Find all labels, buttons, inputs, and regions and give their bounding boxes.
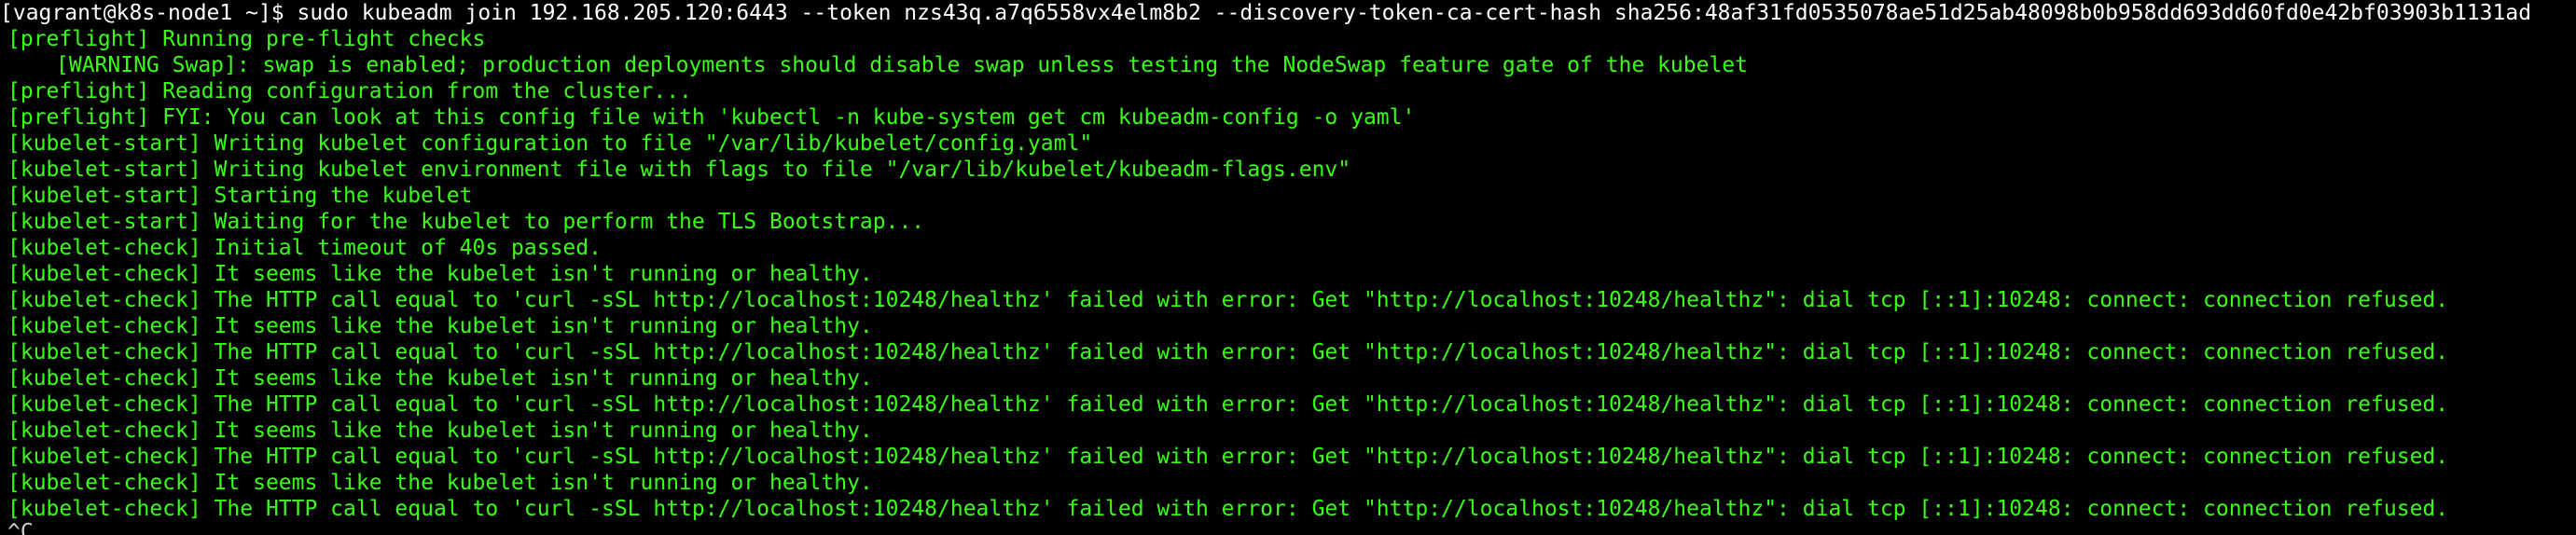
output-text: [kubelet-check] The HTTP call equal to '… bbox=[7, 392, 2449, 417]
output-line: [preflight] Running pre-flight checks bbox=[0, 26, 2576, 52]
output-line: [kubelet-check] It seems like the kubele… bbox=[0, 313, 2576, 339]
output-line: [kubelet-start] Writing kubelet configur… bbox=[0, 130, 2576, 157]
interrupt-line: ^C bbox=[0, 522, 2576, 535]
output-line: [kubelet-check] It seems like the kubele… bbox=[0, 365, 2576, 391]
output-text: [kubelet-start] Waiting for the kubelet … bbox=[7, 210, 925, 234]
output-line: [kubelet-check] It seems like the kubele… bbox=[0, 418, 2576, 444]
output-text: [kubelet-check] It seems like the kubele… bbox=[7, 314, 873, 338]
output-line: [kubelet-check] The HTTP call equal to '… bbox=[0, 496, 2576, 522]
output-text: [kubelet-start] Writing kubelet environm… bbox=[7, 158, 1351, 182]
warning-text: [WARNING Swap]: swap is enabled; product… bbox=[56, 53, 1748, 77]
output-line: [kubelet-check] The HTTP call equal to '… bbox=[0, 339, 2576, 365]
command-line[interactable]: [vagrant@k8s-node1 ~]$ sudo kubeadm join… bbox=[0, 0, 2576, 26]
output-line: [kubelet-check] The HTTP call equal to '… bbox=[0, 391, 2576, 418]
output-text: [kubelet-check] It seems like the kubele… bbox=[7, 418, 873, 443]
output-line: [preflight] Reading configuration from t… bbox=[0, 78, 2576, 104]
output-line: [kubelet-check] The HTTP call equal to '… bbox=[0, 444, 2576, 470]
output-text: [kubelet-check] The HTTP call equal to '… bbox=[7, 288, 2449, 312]
command-text: [vagrant@k8s-node1 ~]$ sudo kubeadm join… bbox=[0, 1, 2532, 25]
output-line: [kubelet-check] The HTTP call equal to '… bbox=[0, 287, 2576, 313]
terminal-window[interactable]: [vagrant@k8s-node1 ~]$ sudo kubeadm join… bbox=[0, 0, 2576, 535]
warning-line: [WARNING Swap]: swap is enabled; product… bbox=[0, 52, 2576, 78]
output-text: [kubelet-check] The HTTP call equal to '… bbox=[7, 445, 2449, 469]
interrupt-text: ^C bbox=[7, 522, 34, 535]
output-text: [kubelet-check] The HTTP call equal to '… bbox=[7, 340, 2449, 364]
output-text: [kubelet-check] The HTTP call equal to '… bbox=[7, 497, 2449, 521]
output-text: [preflight] FYI: You can look at this co… bbox=[7, 105, 1416, 130]
output-text: [kubelet-check] It seems like the kubele… bbox=[7, 471, 873, 495]
terminal-output[interactable]: [vagrant@k8s-node1 ~]$ sudo kubeadm join… bbox=[0, 0, 2576, 535]
output-text: [kubelet-check] It seems like the kubele… bbox=[7, 262, 873, 286]
output-text: [kubelet-check] It seems like the kubele… bbox=[7, 366, 873, 391]
output-line: [kubelet-start] Writing kubelet environm… bbox=[0, 157, 2576, 183]
output-text: [kubelet-check] Initial timeout of 40s p… bbox=[7, 236, 602, 260]
output-line: [preflight] FYI: You can look at this co… bbox=[0, 104, 2576, 130]
output-text: [kubelet-start] Starting the kubelet bbox=[7, 184, 473, 208]
output-line: [kubelet-check] Initial timeout of 40s p… bbox=[0, 235, 2576, 261]
output-text: [kubelet-start] Writing kubelet configur… bbox=[7, 131, 1093, 156]
output-text: [preflight] Reading configuration from t… bbox=[7, 79, 692, 103]
output-line: [kubelet-check] It seems like the kubele… bbox=[0, 261, 2576, 287]
output-line: [kubelet-check] It seems like the kubele… bbox=[0, 470, 2576, 496]
output-line: [kubelet-start] Waiting for the kubelet … bbox=[0, 209, 2576, 235]
output-text: [preflight] Running pre-flight checks bbox=[7, 27, 486, 51]
output-line: [kubelet-start] Starting the kubelet bbox=[0, 183, 2576, 209]
